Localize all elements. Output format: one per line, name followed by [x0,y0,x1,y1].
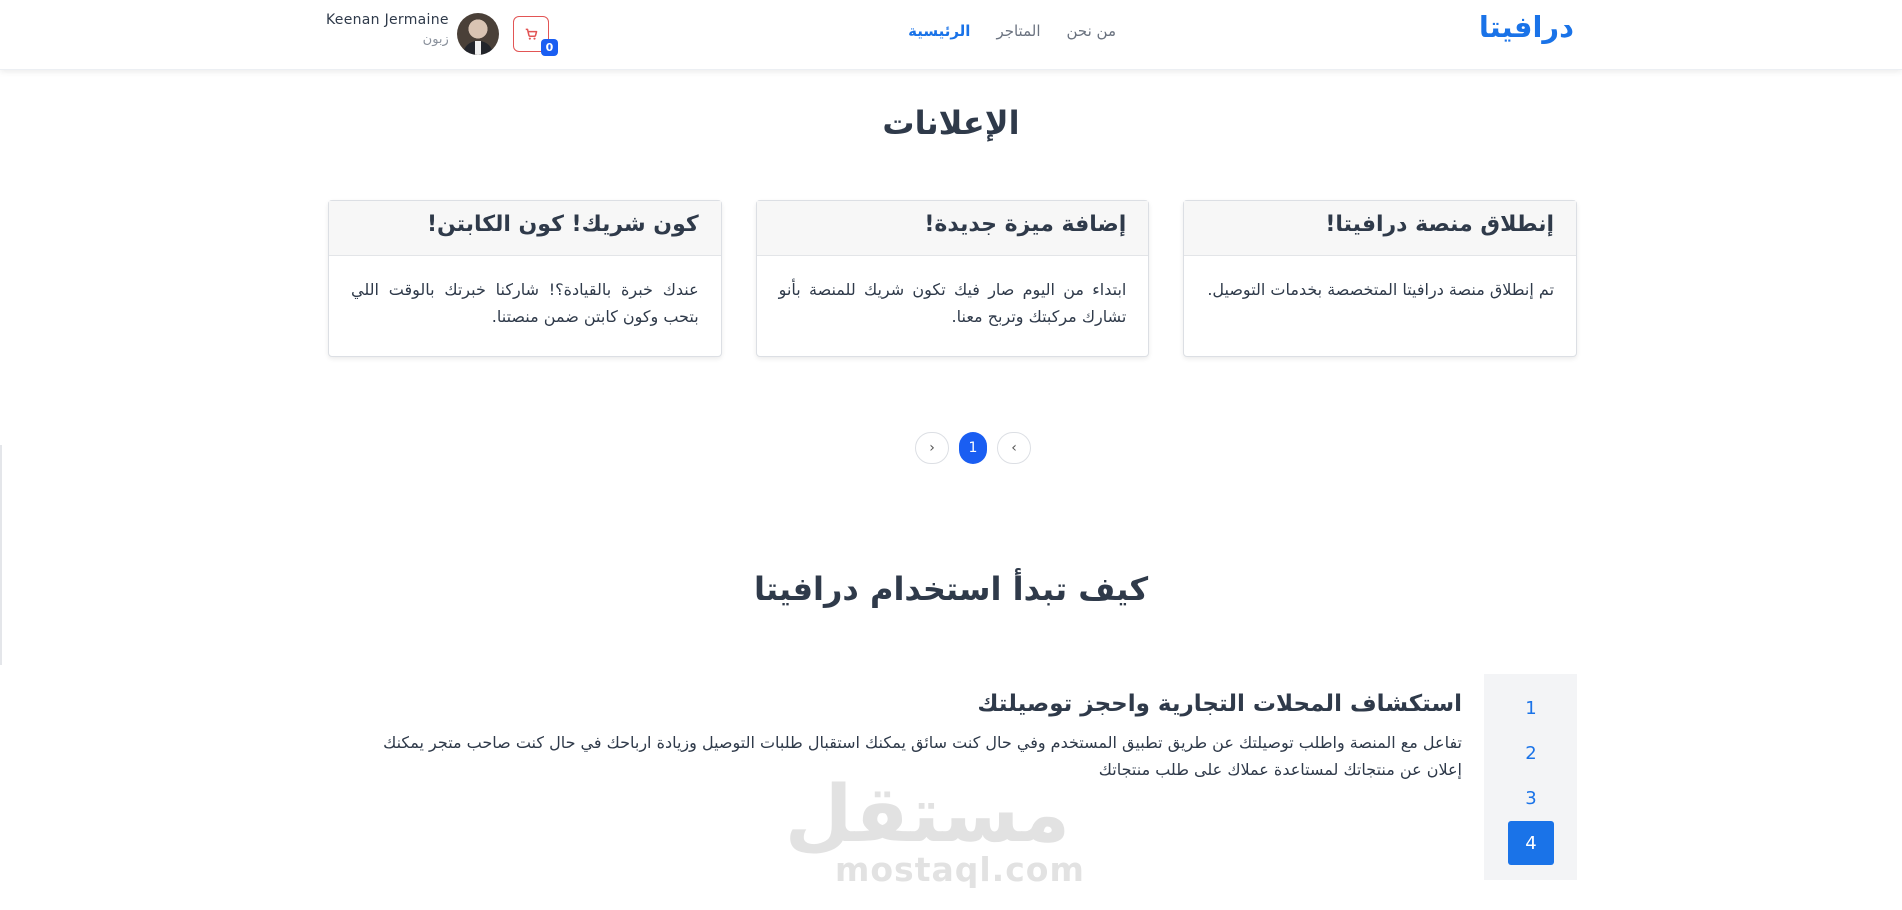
card-title: إنطلاق منصة درافيتا! [1184,201,1577,256]
card-body: تم إنطلاق منصة درافيتا المتخصصة بخدمات ا… [1207,280,1555,299]
watermark-latin: mostaql.com [835,850,1085,889]
user-role: زبون [422,32,449,47]
cart-icon [525,28,538,40]
nav-home[interactable]: الرئيسية [908,22,970,40]
how-to-title: كيف تبدأ استخدام درافيتا [753,570,1149,608]
card-body: عندك خبرة بالقيادة؟! شاركنا خبرتك بالوقت… [351,280,699,326]
cart-count-badge: 0 [541,39,558,56]
step-title: استكشاف المحلات التجارية واحجز توصيلتك [977,691,1462,717]
avatar-shirt [475,41,481,55]
user-name: Keenan Jermaine [326,12,449,28]
announcements-title: الإعلانات [882,104,1020,142]
pagination-next-button[interactable]: › [915,432,949,464]
page-edge-divider [0,445,2,665]
step-tab-4[interactable]: 4 [1508,821,1554,865]
announcement-card: كون شريك! كون الكابتن! عندك خبرة بالقياد… [328,200,722,357]
step-tab-3[interactable]: 3 [1508,776,1554,820]
card-body: ابتداء من اليوم صار فيك تكون شريك للمنصة… [778,280,1127,326]
brand-logo[interactable]: درافيتا [1479,10,1574,44]
step-tab-1[interactable]: 1 [1508,686,1554,730]
card-title: كون شريك! كون الكابتن! [329,201,721,256]
nav-stores[interactable]: المتاجر [996,22,1040,40]
announcement-card: إضافة ميزة جديدة! ابتداء من اليوم صار في… [755,200,1150,357]
top-navbar: درافيتا الرئيسية المتاجر من نحن Keenan J… [0,0,1902,70]
card-title: إضافة ميزة جديدة! [756,201,1149,256]
watermark-arabic: مستقل [784,770,1070,860]
pagination-prev-button[interactable]: ‹ [997,432,1031,464]
pagination-page-1[interactable]: 1 [959,432,987,464]
steps-nav: 1 2 3 4 [1484,674,1577,880]
announcement-cards: كون شريك! كون الكابتن! عندك خبرة بالقياد… [328,200,1578,357]
user-info[interactable]: Keenan Jermaine زبون [326,12,449,47]
main-nav: الرئيسية المتاجر من نحن [908,22,1116,40]
watermark: مستقل mostaql.com [784,770,1085,889]
step-tab-2[interactable]: 2 [1508,731,1554,775]
nav-about[interactable]: من نحن [1067,22,1117,40]
announcement-card: إنطلاق منصة درافيتا! تم إنطلاق منصة دراف… [1183,200,1578,357]
pagination: › 1 ‹ [915,432,1031,464]
avatar[interactable] [457,13,499,55]
